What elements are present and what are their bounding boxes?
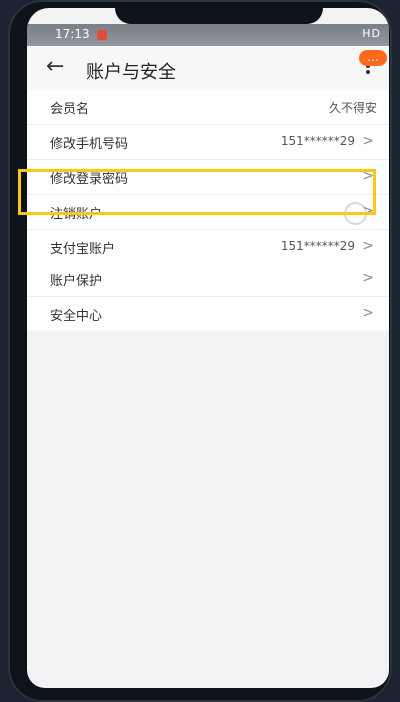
app-screen: 17:13 HD ← 账户与安全 … 会员名 久不得安 修改手机号码 151**… (27, 8, 389, 688)
row-label: 安全中心 (50, 309, 103, 324)
chevron-right-icon: > (362, 305, 374, 321)
security-list: 账户保护 > 安全中心 > (27, 262, 389, 331)
hd-indicator: HD (362, 27, 381, 40)
status-icons: HD (362, 27, 381, 40)
highlight-box (18, 169, 376, 215)
chevron-right-icon: > (362, 270, 374, 286)
camera-notch (115, 8, 323, 24)
status-bar: 17:13 HD (27, 24, 389, 46)
row-value: 151******29 (280, 239, 355, 253)
row-account-protection[interactable]: 账户保护 > (27, 262, 389, 297)
status-time: 17:13 (55, 27, 90, 41)
chevron-right-icon: > (362, 238, 374, 254)
chevron-right-icon: > (362, 133, 374, 149)
row-label: 会员名 (50, 102, 90, 117)
row-security-center[interactable]: 安全中心 > (27, 297, 389, 331)
row-member-name[interactable]: 会员名 久不得安 (27, 90, 389, 125)
row-label: 账户保护 (50, 274, 103, 289)
row-label: 支付宝账户 (50, 242, 116, 257)
notification-badge[interactable]: … (359, 50, 387, 66)
row-alipay-account[interactable]: 支付宝账户 151******29 > (27, 230, 389, 264)
row-value: 151******29 (280, 134, 355, 148)
phone-frame: 17:13 HD ← 账户与安全 … 会员名 久不得安 修改手机号码 151**… (8, 0, 392, 702)
row-change-phone[interactable]: 修改手机号码 151******29 > (27, 125, 389, 160)
back-arrow-icon[interactable]: ← (46, 56, 64, 78)
app-header: ← 账户与安全 … (27, 46, 389, 96)
page-title: 账户与安全 (86, 62, 176, 83)
row-label: 修改手机号码 (50, 137, 129, 152)
row-value: 久不得安 (328, 101, 377, 115)
record-icon (97, 30, 107, 40)
